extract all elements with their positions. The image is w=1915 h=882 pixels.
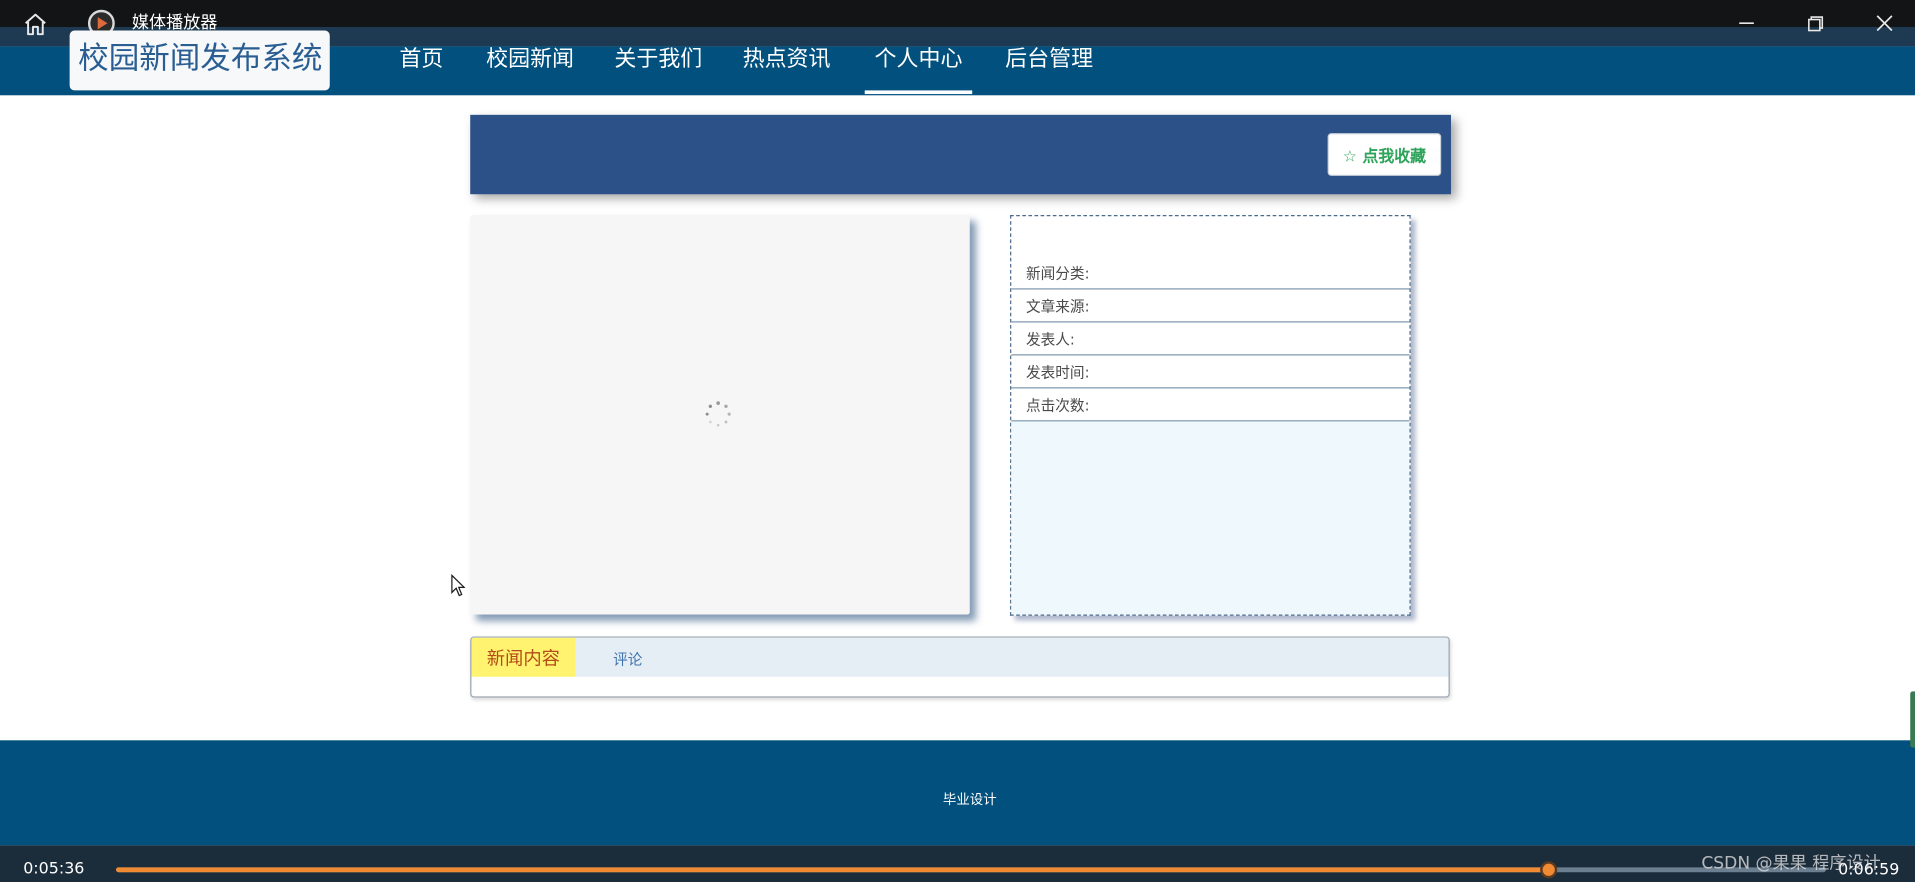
nav-item-campus-news[interactable]: 校园新闻 — [486, 44, 574, 76]
site-logo-text: 校园新闻发布系统 — [78, 40, 323, 76]
nav-item-personal-center[interactable]: 个人中心 — [874, 44, 962, 76]
nav-item-hot-news[interactable]: 热点资讯 — [743, 44, 831, 76]
home-icon[interactable] — [20, 9, 52, 41]
info-row-category: 新闻分类: — [1011, 257, 1410, 290]
current-time: 0:05:36 — [23, 860, 85, 879]
info-row-source: 文章来源: — [1011, 290, 1410, 323]
watermark: CSDN @果果 程序设计 — [1701, 853, 1881, 874]
info-row-click-count: 点击次数: — [1011, 388, 1410, 422]
tab-comments[interactable]: 评论 — [613, 649, 642, 670]
favorite-button[interactable]: ☆ 点我收藏 — [1327, 133, 1442, 176]
edge-handle[interactable] — [1910, 691, 1915, 748]
nav-item-admin[interactable]: 后台管理 — [1005, 44, 1093, 76]
info-panel-body — [1011, 421, 1410, 615]
minimize-icon[interactable] — [1731, 7, 1763, 39]
close-icon[interactable] — [1869, 7, 1901, 39]
seek-bar-progress — [116, 867, 1549, 873]
info-label-click-count: 点击次数: — [1025, 397, 1090, 415]
tab-news-content[interactable]: 新闻内容 — [471, 637, 576, 677]
mouse-cursor-icon — [451, 573, 466, 597]
info-label-source: 文章来源: — [1025, 298, 1090, 316]
info-label-author: 发表人: — [1025, 331, 1075, 349]
news-info-panel: 新闻分类: 文章来源: 发表人: 发表时间: 点击次数: — [1010, 215, 1411, 616]
seek-bar[interactable] — [116, 867, 1826, 873]
loading-spinner-icon — [704, 399, 733, 428]
nav-item-home[interactable]: 首页 — [399, 44, 443, 76]
footer-text: 毕业设计 — [942, 791, 997, 808]
nav-active-indicator — [864, 90, 973, 95]
restore-icon[interactable] — [1799, 7, 1831, 39]
info-label-category: 新闻分类: — [1025, 265, 1090, 283]
news-title-banner — [470, 114, 1451, 195]
info-row-publish-time: 发表时间: — [1011, 355, 1410, 389]
nav-item-about-us[interactable]: 关于我们 — [614, 44, 702, 76]
news-tabs: 新闻内容 评论 — [470, 636, 1450, 698]
info-label-publish-time: 发表时间: — [1025, 364, 1090, 382]
info-row-author: 发表人: — [1011, 323, 1410, 356]
playback-bar — [0, 845, 1915, 882]
